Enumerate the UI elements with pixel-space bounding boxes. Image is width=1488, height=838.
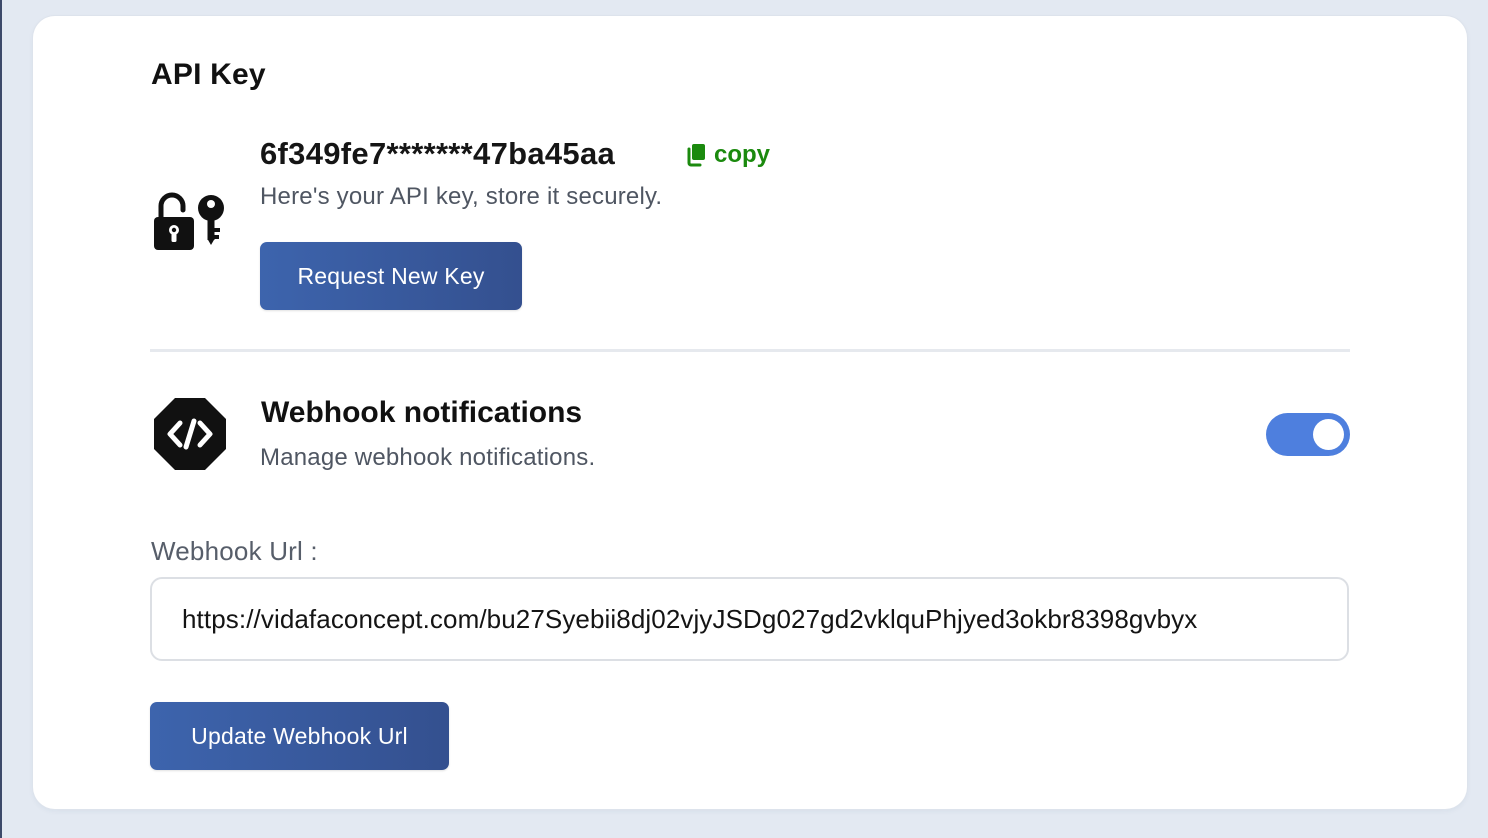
- webhook-title: Webhook notifications: [261, 396, 583, 429]
- toggle-knob: [1313, 419, 1344, 450]
- code-icon: [154, 398, 226, 470]
- window-edge: [0, 0, 2, 838]
- webhook-description: Manage webhook notifications.: [260, 444, 596, 471]
- api-key-hint: Here's your API key, store it securely.: [260, 183, 663, 210]
- webhook-url-label: Webhook Url :: [151, 536, 318, 566]
- update-webhook-url-button[interactable]: Update Webhook Url: [150, 702, 449, 770]
- settings-card: API Key 6f349fe7*******47ba45aa copy Her…: [33, 16, 1467, 809]
- webhook-toggle[interactable]: [1266, 413, 1350, 456]
- request-new-key-button[interactable]: Request New Key: [260, 242, 522, 310]
- webhook-url-input[interactable]: [150, 577, 1349, 661]
- copy-button[interactable]: copy: [686, 141, 770, 169]
- api-key-title: API Key: [151, 58, 266, 91]
- lock-key-icon: [154, 192, 224, 250]
- api-key-value: 6f349fe7*******47ba45aa: [260, 136, 616, 171]
- section-divider: [150, 349, 1350, 352]
- copy-icon: [687, 144, 705, 167]
- copy-label: copy: [714, 141, 771, 168]
